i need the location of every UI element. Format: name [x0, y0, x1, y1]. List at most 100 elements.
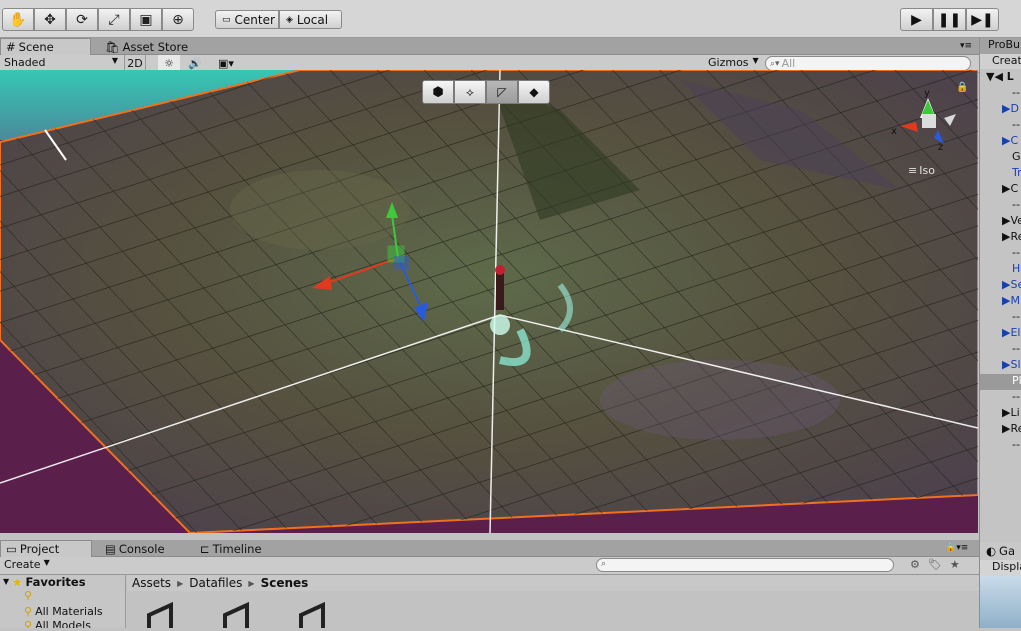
favorite-all-models[interactable]: ⚲ All Models — [24, 619, 91, 628]
rotate-tool-button[interactable]: ⟳ — [66, 8, 98, 31]
filter-label-icon[interactable]: 🏷 — [928, 558, 942, 571]
tab-asset-store[interactable]: 🛍 Asset Store — [100, 38, 193, 55]
project-filter-buttons: ⚙ 🏷 ★ — [910, 558, 960, 571]
game-icon: ◐ — [986, 544, 997, 558]
favorite-all-materials[interactable]: ⚲ All Materials — [24, 605, 103, 618]
tab-scene[interactable]: # Scene — [0, 38, 91, 55]
create-label: Create — [4, 558, 41, 571]
filter-type-icon[interactable]: ⚙ — [910, 558, 920, 571]
grid-icon: # — [6, 40, 16, 54]
object-mode-button[interactable]: ⬢ — [422, 80, 454, 104]
tree-item[interactable]: ▶M — [980, 294, 1021, 310]
tree-item: -- — [1012, 390, 1020, 403]
breadcrumb-datafiles[interactable]: Datafiles — [189, 576, 242, 590]
tree-item[interactable]: ▶Ve — [980, 214, 1021, 230]
tree-item[interactable]: ▶Se — [980, 278, 1021, 294]
pivot-center-label: Center — [234, 12, 275, 27]
iso-toggle[interactable]: ≡ Iso — [908, 164, 935, 177]
tab-game[interactable]: ◐ Ga — [980, 542, 1021, 560]
pause-button[interactable]: ❚❚ — [933, 8, 966, 31]
tab-project[interactable]: ▭ Project — [0, 540, 92, 557]
search-icon: ⌕ — [601, 559, 607, 569]
display-dropdown[interactable]: Displa — [980, 560, 1021, 576]
favorites-header[interactable]: ▼ ★ Favorites — [3, 575, 86, 589]
tree-item[interactable]: ▶C — [980, 134, 1021, 150]
hand-icon: ✋ — [9, 11, 27, 28]
lock-icon[interactable]: 🔒▾≡ — [945, 543, 968, 553]
tree-item[interactable]: ▶Re — [980, 230, 1021, 246]
tree-item: -- — [1012, 86, 1020, 99]
gizmos-dropdown[interactable]: Gizmos ▼ — [708, 56, 759, 69]
tab-timeline[interactable]: ⊏ Timeline — [195, 540, 267, 557]
axis-y-label: y — [924, 88, 930, 99]
scene-viewport[interactable]: ⬢ ⟡ ◸ ◆ y x z 🔒 ≡ Iso — [0, 70, 978, 533]
panel-menu-icon[interactable]: ▾≡ — [960, 41, 972, 51]
breadcrumb-scenes[interactable]: Scenes — [261, 576, 309, 590]
breadcrumb: Assets ▶ Datafiles ▶ Scenes — [127, 575, 979, 591]
tab-probuilder[interactable]: ProBu — [980, 38, 1021, 54]
face-mode-button[interactable]: ◆ — [518, 80, 550, 104]
tree-item-label: Re — [1010, 422, 1021, 435]
console-icon: ▤ — [105, 541, 116, 556]
edge-icon: ◸ — [497, 85, 507, 99]
pivot-local-label: Local — [296, 12, 329, 27]
tree-item-label: Re — [1010, 230, 1021, 243]
rect-tool-button[interactable]: ▣ — [130, 8, 162, 31]
scale-tool-button[interactable]: ⤢ — [98, 8, 130, 31]
hand-tool-button[interactable]: ✋ — [2, 8, 34, 31]
shading-mode-value: Shaded — [4, 56, 46, 69]
tree-item: -- — [1012, 342, 1020, 355]
cube-icon: ⬢ — [432, 84, 444, 100]
project-tab-strip: ▭ Project ▤ Console ⊏ Timeline 🔒▾≡ — [0, 540, 979, 557]
pivot-center-toggle[interactable]: ▭ Center — [215, 10, 279, 29]
tree-item[interactable]: Tr — [980, 166, 1021, 182]
step-button[interactable]: ▶❚ — [966, 8, 999, 31]
tree-item-root[interactable]: ▼◀ L — [980, 70, 1021, 86]
transform-tool-button[interactable]: ⊕ — [162, 8, 194, 31]
tree-item-label: Sl — [1010, 358, 1021, 371]
tree-item-label: C — [1010, 182, 1019, 195]
project-search-input[interactable]: ⌕ — [596, 558, 894, 572]
axis-z-label: z — [938, 142, 944, 153]
tree-item[interactable]: ▶D — [980, 102, 1021, 118]
tree-item[interactable]: ▶C — [980, 182, 1021, 198]
tree-item: -- — [1012, 246, 1020, 259]
tree-item[interactable]: ▶El — [980, 326, 1021, 342]
tree-item-selected[interactable]: Pl — [980, 374, 1021, 390]
tree-item[interactable]: He — [980, 262, 1021, 278]
tree-item[interactable]: ▶Li — [980, 406, 1021, 422]
move-tool-button[interactable]: ✥ — [34, 8, 66, 31]
chevron-down-icon: ▼ — [752, 56, 759, 65]
tab-asset-store-label: Asset Store — [122, 39, 189, 54]
project-create-dropdown[interactable]: Create ▼ — [4, 558, 50, 571]
chevron-down-icon: ▼ — [3, 577, 10, 586]
breadcrumb-assets[interactable]: Assets — [132, 576, 171, 590]
chevron-right-icon: ▶ — [177, 578, 184, 588]
star-icon[interactable]: ★ — [950, 558, 960, 571]
menu-icon: ≡ — [908, 164, 918, 177]
move-icon: ✥ — [44, 11, 56, 28]
vertex-mode-button[interactable]: ⟡ — [454, 80, 486, 104]
tree-item-label: El — [1010, 326, 1021, 339]
play-icon: ▶ — [911, 11, 922, 28]
tree-item[interactable]: ▶Sl — [980, 358, 1021, 374]
tab-console[interactable]: ▤ Console — [100, 540, 170, 557]
gizmos-label: Gizmos — [708, 56, 749, 69]
project-control-bar: Create ▼ ⌕ ⚙ 🏷 ★ — [0, 557, 979, 575]
scene-search-input[interactable]: ⌕▾ All — [765, 56, 971, 71]
lock-icon[interactable]: 🔒 — [956, 82, 968, 93]
create-dropdown[interactable]: Creat — [980, 54, 1021, 69]
chevron-down-icon: ▼ — [43, 558, 50, 567]
search-icon: ⚲ — [24, 619, 33, 628]
scene-search-placeholder: All — [781, 57, 796, 70]
tree-item[interactable]: ▶Re — [980, 422, 1021, 438]
shading-mode-dropdown[interactable]: Shaded ▼ — [4, 56, 118, 71]
tab-project-label: Project — [19, 542, 60, 556]
search-icon: ⚲ — [24, 589, 33, 602]
pivot-local-toggle[interactable]: ◈ Local — [279, 10, 342, 29]
play-button[interactable]: ▶ — [900, 8, 933, 31]
unity-scene-icons — [147, 601, 325, 628]
main-toolbar: ✋ ✥ ⟳ ⤢ ▣ ⊕ ▭ Center ◈ Local ▶ ❚❚ ▶❚ — [0, 0, 1021, 38]
tree-item[interactable]: G — [980, 150, 1021, 166]
edge-mode-button[interactable]: ◸ — [486, 80, 518, 104]
